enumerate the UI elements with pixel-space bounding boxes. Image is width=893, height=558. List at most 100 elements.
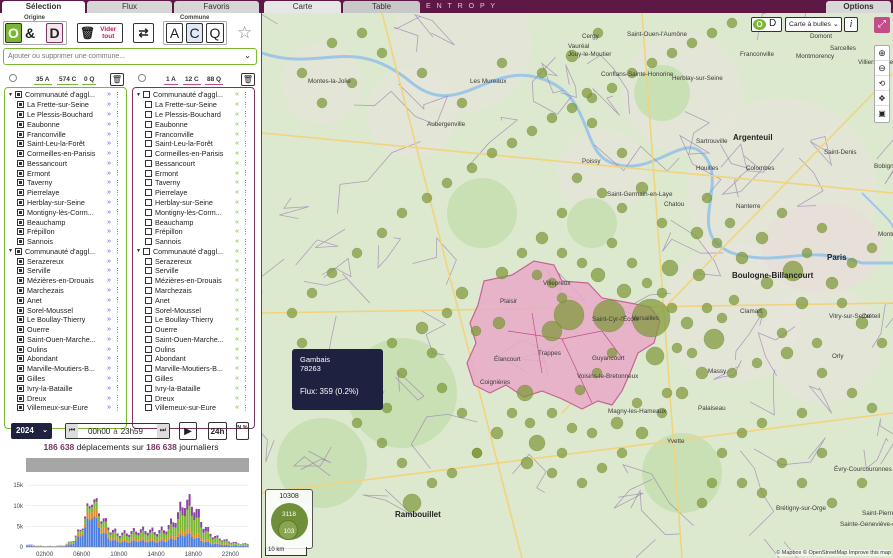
commune-row[interactable]: Le Plessis-Bouchard «⋮ xyxy=(145,110,252,120)
back-arrows-icon[interactable]: « xyxy=(235,365,239,372)
search-input[interactable] xyxy=(8,50,233,63)
more-icon[interactable]: ⋮ xyxy=(114,335,121,343)
flow-bubble[interactable] xyxy=(586,427,598,439)
checkbox[interactable] xyxy=(17,384,24,392)
checkbox[interactable] xyxy=(17,120,24,128)
checkbox[interactable] xyxy=(17,296,24,304)
flow-bubble[interactable] xyxy=(796,477,808,489)
checkbox[interactable] xyxy=(145,375,152,382)
map-attribution[interactable]: © Mapbox © OpenStreetMap Improve this ma… xyxy=(776,550,891,556)
forward-arrows-icon[interactable]: » xyxy=(107,101,111,108)
commune-row[interactable]: Gilles «⋮ xyxy=(145,374,252,384)
flow-bubble[interactable] xyxy=(506,407,518,419)
checkbox[interactable] xyxy=(14,247,22,255)
back-arrows-icon[interactable]: « xyxy=(235,404,239,411)
more-icon[interactable]: ⋮ xyxy=(114,150,121,158)
flow-bubble[interactable] xyxy=(726,367,738,379)
more-icon[interactable]: ⋮ xyxy=(242,140,249,148)
flow-bubble[interactable] xyxy=(536,67,548,79)
back-arrows-icon[interactable]: « xyxy=(235,131,239,138)
commune-row[interactable]: Sorel-Moussel «⋮ xyxy=(145,305,252,315)
checkbox[interactable] xyxy=(145,228,152,236)
more-icon[interactable]: ⋮ xyxy=(242,267,249,275)
back-arrows-icon[interactable]: « xyxy=(235,179,239,186)
back-arrows-icon[interactable]: « xyxy=(235,189,239,196)
commune-row[interactable]: Anet «⋮ xyxy=(145,295,252,305)
commune-row[interactable]: Villemeux-sur-Eure «⋮ xyxy=(145,403,252,413)
forward-arrows-icon[interactable]: » xyxy=(107,326,111,333)
flow-bubble[interactable] xyxy=(686,347,698,359)
flow-bubble[interactable] xyxy=(446,467,458,479)
more-icon[interactable]: ⋮ xyxy=(114,394,121,402)
commune-row[interactable]: Taverny «⋮ xyxy=(145,178,252,188)
flow-bubble[interactable] xyxy=(661,387,673,399)
more-icon[interactable]: ⋮ xyxy=(114,238,121,246)
flow-bubble[interactable] xyxy=(631,397,643,409)
flow-bubble[interactable] xyxy=(456,407,468,419)
more-icon[interactable]: ⋮ xyxy=(114,198,121,206)
commune-row[interactable]: Herblay-sur-Seine «⋮ xyxy=(145,198,252,208)
flow-bubble[interactable] xyxy=(376,437,388,449)
commune-row[interactable]: Anet » ⋮ xyxy=(17,295,124,305)
expand-triangle-icon[interactable]: ▼ xyxy=(136,248,141,254)
flow-bubble[interactable] xyxy=(326,267,338,279)
checkbox[interactable] xyxy=(145,159,152,167)
checkbox[interactable] xyxy=(145,335,152,343)
forward-arrows-icon[interactable]: » xyxy=(107,258,111,265)
back-arrows-icon[interactable]: « xyxy=(235,355,239,362)
more-icon[interactable]: ⋮ xyxy=(114,91,121,99)
flow-bubble[interactable] xyxy=(396,367,408,379)
expand-triangle-icon[interactable]: ▼ xyxy=(8,248,13,254)
forward-arrows-icon[interactable]: » xyxy=(107,267,111,274)
commune-row[interactable]: Beauchamp «⋮ xyxy=(145,217,252,227)
flow-bubble[interactable] xyxy=(736,427,748,439)
commune-row[interactable]: Villemeux-sur-Eure » ⋮ xyxy=(17,403,124,413)
back-arrows-icon[interactable]: « xyxy=(235,316,239,323)
flow-bubble[interactable] xyxy=(596,462,608,474)
destination-toggle-button[interactable]: D xyxy=(46,23,63,43)
checkbox[interactable] xyxy=(17,198,24,206)
flow-bubble[interactable] xyxy=(586,117,598,129)
flow-bubble[interactable] xyxy=(610,416,624,430)
commune-row[interactable]: Serville » ⋮ xyxy=(17,266,124,276)
flow-bubble[interactable] xyxy=(706,27,718,39)
chart-range-bar[interactable] xyxy=(26,458,249,472)
back-arrows-icon[interactable]: « xyxy=(235,248,239,255)
back-arrows-icon[interactable]: « xyxy=(235,395,239,402)
forward-arrows-icon[interactable]: » xyxy=(107,209,111,216)
commune-row[interactable]: Ivry-la-Bataille » ⋮ xyxy=(17,383,124,393)
flow-bubble[interactable] xyxy=(556,292,568,304)
origin-toggle-button[interactable]: O xyxy=(5,23,22,43)
more-icon[interactable]: ⋮ xyxy=(114,140,121,148)
flow-bubble[interactable] xyxy=(386,337,398,349)
more-icon[interactable]: ⋮ xyxy=(114,208,121,216)
flow-bubble[interactable] xyxy=(716,312,728,324)
more-icon[interactable]: ⋮ xyxy=(114,130,121,138)
flow-bubble[interactable] xyxy=(566,422,578,434)
map-tab-carte[interactable]: Carte xyxy=(264,1,341,13)
checkbox[interactable] xyxy=(17,218,24,226)
level-q-button[interactable]: Q xyxy=(206,23,224,43)
flow-bubble[interactable] xyxy=(606,237,618,249)
more-icon[interactable]: ⋮ xyxy=(242,345,249,353)
flow-bubble[interactable] xyxy=(286,307,298,319)
group-row[interactable]: ▼ Communauté d'aggl... » ⋮ xyxy=(8,246,124,256)
flow-bubble[interactable] xyxy=(756,417,768,429)
flow-bubble[interactable] xyxy=(376,227,388,239)
checkbox[interactable] xyxy=(145,189,152,197)
flow-bubble[interactable] xyxy=(492,316,506,330)
commune-row[interactable]: Oulins » ⋮ xyxy=(17,344,124,354)
commune-row[interactable]: La Frette-sur-Seine » ⋮ xyxy=(17,100,124,110)
flow-bubble[interactable] xyxy=(728,294,740,306)
more-icon[interactable]: ⋮ xyxy=(242,404,249,412)
flow-bubble[interactable] xyxy=(666,302,678,314)
flow-bubble[interactable] xyxy=(571,172,583,184)
back-arrows-icon[interactable]: « xyxy=(235,326,239,333)
options-button[interactable]: Options xyxy=(826,1,891,13)
flow-bubble[interactable] xyxy=(825,276,839,290)
flow-bubble[interactable] xyxy=(816,367,828,379)
checkbox[interactable] xyxy=(17,101,24,109)
flow-bubble[interactable] xyxy=(656,217,668,229)
flow-bubble[interactable] xyxy=(724,217,736,229)
flow-bubble[interactable] xyxy=(441,177,453,189)
